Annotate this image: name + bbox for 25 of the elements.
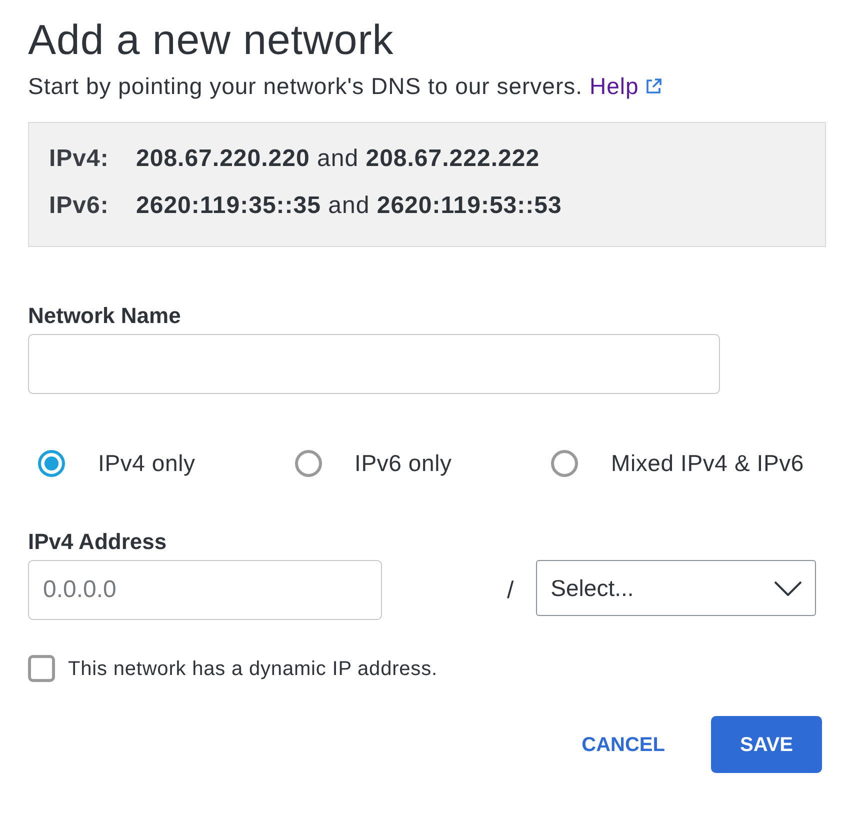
- dns-label: IPv6:: [49, 192, 110, 220]
- dns-label: IPv4:: [49, 145, 110, 173]
- dynamic-ip-label: This network has a dynamic IP address.: [68, 656, 438, 680]
- network-name-label: Network Name: [28, 303, 181, 329]
- prefix-select[interactable]: Select...: [536, 560, 816, 616]
- ipv4-address-label: IPv4 Address: [28, 529, 167, 555]
- dynamic-ip-checkbox[interactable]: [28, 655, 55, 682]
- radio-label[interactable]: IPv6 only: [354, 449, 452, 477]
- ipv4-address-field[interactable]: 0.0.0.0: [28, 560, 382, 620]
- radio-button[interactable]: [294, 450, 322, 476]
- external-link-icon: [644, 78, 662, 94]
- network-name-field[interactable]: [28, 334, 720, 394]
- page-title: Add a new network: [28, 17, 394, 63]
- dns-addresses: 2620:119:35::35 and 2620:119:53::53: [136, 192, 562, 220]
- radio-label[interactable]: IPv4 only: [98, 449, 196, 477]
- radio-label[interactable]: Mixed IPv4 & IPv6: [611, 449, 804, 477]
- radio-button[interactable]: [551, 450, 578, 476]
- radio-button[interactable]: [38, 450, 65, 476]
- save-button[interactable]: SAVE: [711, 716, 822, 773]
- separator-slash: /: [507, 576, 514, 606]
- chevron-down-icon: [774, 580, 802, 596]
- help-link[interactable]: Help: [590, 72, 662, 100]
- cancel-button[interactable]: CANCEL: [582, 716, 665, 773]
- dns-addresses: 208.67.220.220 and 208.67.222.222: [136, 145, 540, 173]
- intro-text: Start by pointing your network's DNS to our servers.: [28, 72, 582, 100]
